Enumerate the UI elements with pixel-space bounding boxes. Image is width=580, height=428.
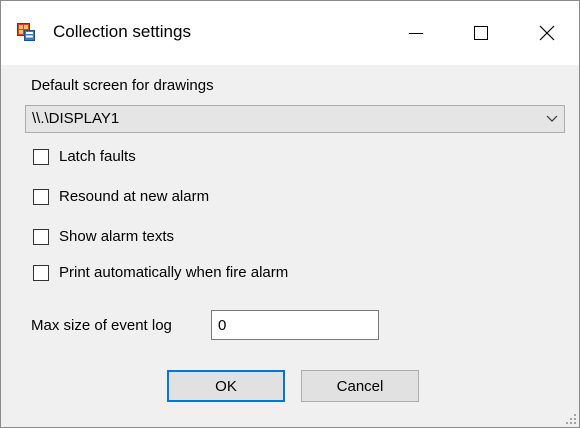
minimize-button[interactable] [384, 1, 448, 65]
collection-settings-dialog: Collection settings Default screen for d… [0, 0, 580, 428]
title-bar[interactable]: Collection settings [1, 1, 579, 65]
app-settings-icon [17, 23, 35, 41]
default-screen-dropdown[interactable]: \\.\DISPLAY1 [25, 105, 565, 133]
resound-at-new-alarm-label: Resound at new alarm [59, 188, 210, 205]
show-alarm-texts-label: Show alarm texts [59, 228, 175, 245]
close-icon [539, 25, 555, 41]
resound-at-new-alarm-checkbox[interactable] [33, 189, 49, 205]
event-log-size-label: Max size of event log [31, 317, 172, 334]
print-automatically-label: Print automatically when fire alarm [59, 264, 289, 281]
default-screen-value: \\.\DISPLAY1 [32, 110, 120, 127]
latch-faults-checkbox[interactable] [33, 149, 49, 165]
resize-grip-icon[interactable] [563, 411, 577, 425]
window-title: Collection settings [53, 22, 191, 41]
latch-faults-label: Latch faults [59, 148, 136, 165]
show-alarm-texts-checkbox[interactable] [33, 229, 49, 245]
default-screen-label: Default screen for drawings [31, 77, 214, 94]
minimize-icon [409, 33, 423, 34]
maximize-button[interactable] [449, 1, 513, 65]
print-automatically-checkbox[interactable] [33, 265, 49, 281]
chevron-down-icon [546, 115, 558, 122]
maximize-icon [474, 26, 488, 40]
cancel-button[interactable]: Cancel [301, 370, 419, 402]
event-log-size-input[interactable] [211, 310, 379, 340]
close-button[interactable] [515, 1, 579, 65]
ok-button[interactable]: OK [167, 370, 285, 402]
